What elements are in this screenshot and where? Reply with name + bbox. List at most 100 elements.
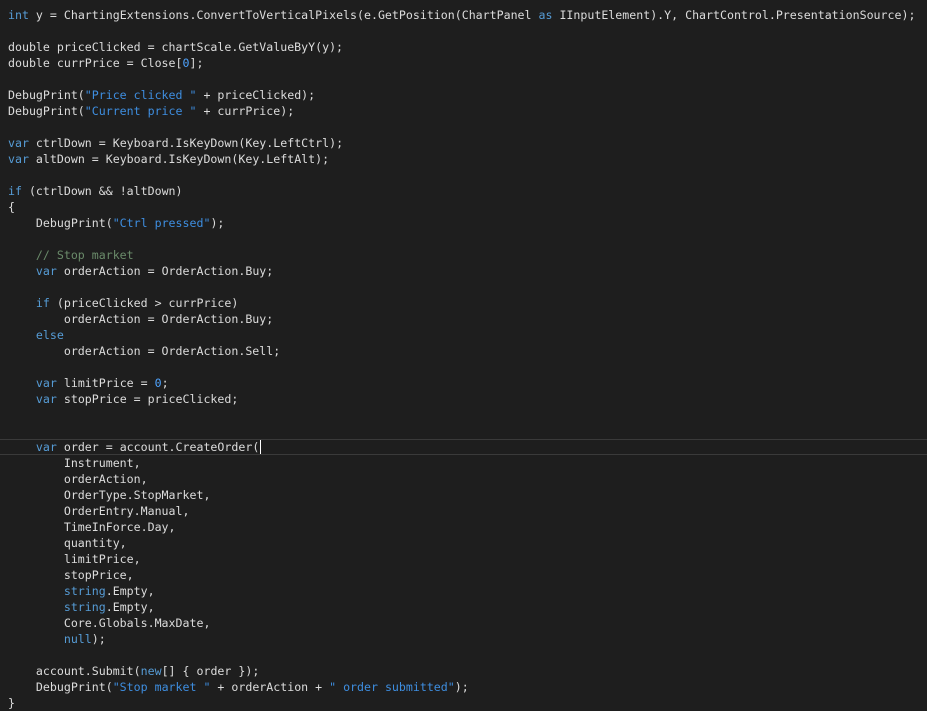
string-token: " order submitted" — [329, 680, 455, 694]
code-line[interactable]: string.Empty, — [8, 599, 927, 615]
code-line[interactable] — [8, 167, 927, 183]
code-line[interactable]: orderAction = OrderAction.Sell; — [8, 343, 927, 359]
code-token: .Empty, — [105, 600, 155, 614]
code-token: [] { order }); — [161, 664, 260, 678]
code-token: ]; — [189, 56, 204, 70]
code-line[interactable]: // Stop market — [8, 247, 927, 263]
code-token: quantity, — [8, 536, 127, 550]
code-line[interactable]: OrderEntry.Manual, — [8, 503, 927, 519]
keyword-token: var — [8, 136, 29, 150]
code-line[interactable]: if (ctrlDown && !altDown) — [8, 183, 927, 199]
code-line[interactable]: Core.Globals.MaxDate, — [8, 615, 927, 631]
code-line[interactable] — [8, 71, 927, 87]
keyword-token: if — [35, 296, 50, 310]
code-line[interactable]: double currPrice = Close[0]; — [8, 55, 927, 71]
keyword-token: var — [35, 440, 57, 454]
code-line[interactable]: quantity, — [8, 535, 927, 551]
code-line[interactable]: string.Empty, — [8, 583, 927, 599]
code-line[interactable]: null); — [8, 631, 927, 647]
code-line[interactable]: stopPrice, — [8, 567, 927, 583]
code-line[interactable]: OrderType.StopMarket, — [8, 487, 927, 503]
keyword-token: as — [538, 8, 553, 22]
code-line[interactable]: var ctrlDown = Keyboard.IsKeyDown(Key.Le… — [8, 135, 927, 151]
code-token: altDown = Keyboard.IsKeyDown(Key.LeftAlt… — [28, 152, 330, 166]
code-token: y = ChartingExtensions.ConvertToVertical… — [28, 8, 539, 22]
keyword-token: var — [8, 152, 29, 166]
code-line[interactable]: orderAction, — [8, 471, 927, 487]
code-line[interactable]: if (priceClicked > currPrice) — [8, 295, 927, 311]
string-token: "Current price " — [84, 104, 197, 118]
code-editor[interactable]: int y = ChartingExtensions.ConvertToVert… — [0, 0, 927, 710]
code-lines[interactable]: int y = ChartingExtensions.ConvertToVert… — [0, 7, 927, 711]
code-line[interactable]: int y = ChartingExtensions.ConvertToVert… — [8, 7, 927, 23]
code-line[interactable] — [8, 279, 927, 295]
code-line[interactable] — [8, 119, 927, 135]
code-line[interactable] — [8, 23, 927, 39]
code-token: Core.Globals.MaxDate, — [8, 616, 211, 630]
code-line[interactable] — [8, 423, 927, 439]
code-line[interactable]: account.Submit(new[] { order }); — [8, 663, 927, 679]
code-line[interactable]: { — [8, 199, 927, 215]
text-caret — [260, 440, 262, 454]
code-line[interactable]: } — [8, 695, 927, 711]
code-token: order = account.CreateOrder( — [56, 440, 260, 454]
code-line[interactable]: var limitPrice = 0; — [8, 375, 927, 391]
keyword-token: if — [8, 184, 22, 198]
code-line[interactable]: var stopPrice = priceClicked; — [8, 391, 927, 407]
code-line[interactable] — [8, 407, 927, 423]
keyword-token: new — [140, 664, 162, 678]
code-token: .Empty, — [105, 584, 155, 598]
keyword-token: string — [63, 584, 106, 598]
code-line[interactable]: TimeInForce.Day, — [8, 519, 927, 535]
code-token: double currPrice = Close[ — [8, 56, 183, 70]
keyword-token: string — [63, 600, 106, 614]
code-line-current[interactable]: var order = account.CreateOrder( — [0, 439, 927, 455]
code-token: OrderEntry.Manual, — [8, 504, 190, 518]
code-token: DebugPrint( — [8, 216, 113, 230]
code-token: { — [8, 200, 15, 214]
code-line[interactable]: else — [8, 327, 927, 343]
code-line[interactable]: DebugPrint("Current price " + currPrice)… — [8, 103, 927, 119]
keyword-token: int — [8, 8, 29, 22]
code-line[interactable]: var orderAction = OrderAction.Buy; — [8, 263, 927, 279]
string-token: "Price clicked " — [84, 88, 197, 102]
code-line[interactable]: Instrument, — [8, 455, 927, 471]
code-token: account.Submit( — [8, 664, 141, 678]
code-token: + currPrice); — [196, 104, 295, 118]
code-line[interactable] — [8, 359, 927, 375]
code-line[interactable]: orderAction = OrderAction.Buy; — [8, 311, 927, 327]
number-token: 0 — [182, 56, 190, 70]
code-token: + orderAction + — [210, 680, 330, 694]
code-token: } — [8, 696, 15, 710]
keyword-token: var — [35, 264, 57, 278]
string-token: "Stop market " — [112, 680, 211, 694]
code-line[interactable] — [8, 231, 927, 247]
code-line[interactable]: limitPrice, — [8, 551, 927, 567]
code-token: Instrument, — [8, 456, 141, 470]
code-line[interactable] — [8, 647, 927, 663]
code-token: DebugPrint( — [8, 104, 85, 118]
code-token: (priceClicked > currPrice) — [49, 296, 239, 310]
code-line[interactable]: DebugPrint("Stop market " + orderAction … — [8, 679, 927, 695]
code-token: limitPrice = — [56, 376, 155, 390]
code-line[interactable]: DebugPrint("Ctrl pressed"); — [8, 215, 927, 231]
comment-token: // Stop market — [35, 248, 134, 262]
code-token: orderAction = OrderAction.Buy; — [56, 264, 274, 278]
code-token: stopPrice = priceClicked; — [56, 392, 239, 406]
code-token: OrderType.StopMarket, — [8, 488, 211, 502]
code-line[interactable]: double priceClicked = chartScale.GetValu… — [8, 39, 927, 55]
code-token: DebugPrint( — [8, 680, 113, 694]
code-token: (ctrlDown && !altDown) — [21, 184, 183, 198]
code-token: ); — [91, 632, 106, 646]
code-line[interactable]: var altDown = Keyboard.IsKeyDown(Key.Lef… — [8, 151, 927, 167]
keyword-token: else — [35, 328, 64, 342]
code-line[interactable]: DebugPrint("Price clicked " + priceClick… — [8, 87, 927, 103]
